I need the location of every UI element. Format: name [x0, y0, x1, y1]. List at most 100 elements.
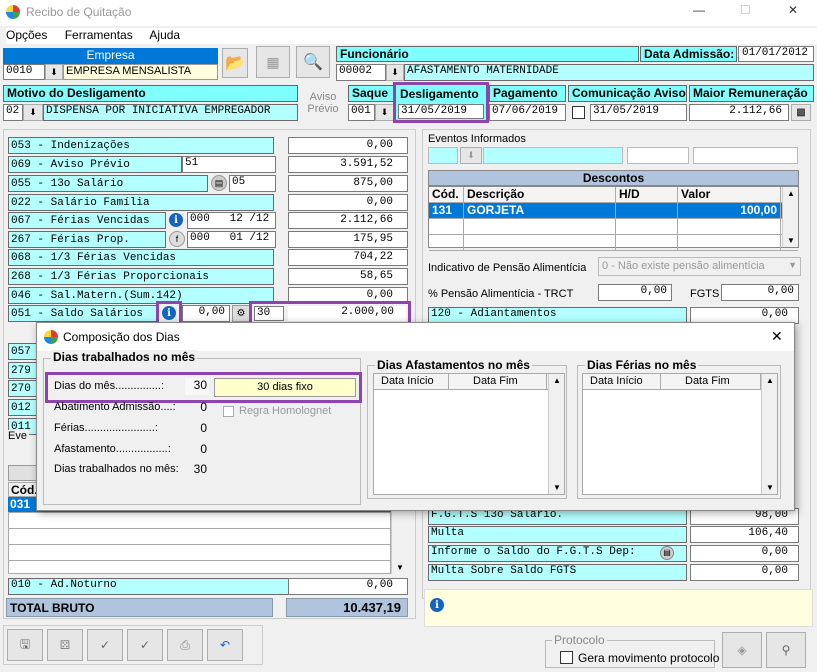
saldo-dias[interactable]: 30 — [254, 306, 284, 321]
verba-row: 067 - Férias Vencidas — [8, 212, 166, 229]
afastamento-value[interactable]: 0 — [187, 442, 207, 456]
motivo-code[interactable]: 02 — [3, 104, 23, 121]
descontos-row-empty[interactable] — [429, 219, 798, 235]
document-button[interactable]: ▦ — [256, 46, 290, 78]
descontos-table: Cód. Descrição H/D Valor 131 GORJETA 100… — [428, 186, 799, 251]
diamond-icon: ◈ — [737, 643, 747, 657]
info-icon: i — [430, 598, 444, 612]
verba-extra[interactable]: 05 — [229, 175, 276, 192]
menu-ajuda[interactable]: Ajuda — [149, 28, 180, 42]
fgts-value[interactable]: 0,00 — [721, 284, 799, 301]
verba-extra[interactable]: 51 — [182, 156, 276, 173]
eventos-informados-lookup[interactable]: ⬇ — [460, 147, 482, 164]
arrow-down-icon: ⬇ — [380, 107, 389, 117]
ferias-title: Dias Férias no mês — [585, 358, 699, 372]
dice-icon: ⚄ — [59, 638, 71, 652]
regra-checkbox[interactable] — [223, 406, 234, 417]
protocolo-checkbox[interactable] — [560, 651, 573, 664]
descontos-scrollbar[interactable]: ▲ ▼ — [782, 187, 798, 247]
minimize-icon[interactable]: — — [693, 3, 705, 17]
formula-icon[interactable]: f — [169, 231, 185, 247]
afastamentos-scrollbar[interactable]: ▲ ▼ — [548, 374, 564, 494]
print-button[interactable]: ⎙ — [167, 629, 203, 661]
save-button[interactable]: 🖫 — [7, 629, 43, 661]
info-icon[interactable]: i — [162, 306, 176, 320]
verba-extra[interactable]: 000 12 /12 — [187, 212, 276, 229]
dias-trabalhados-label: Dias trabalhados no mês: — [54, 463, 179, 475]
empresa-code[interactable]: 0010 — [3, 64, 45, 80]
open-folder-button[interactable]: 📂 — [222, 48, 248, 78]
info-icon[interactable]: i — [169, 213, 183, 227]
dias-trabalhados-value: 30 — [193, 462, 207, 476]
dialog-close-icon[interactable]: ✕ — [771, 328, 783, 345]
admissao-label: Data Admissão: — [640, 46, 737, 62]
verba-extra[interactable]: 000 01 /12 — [187, 231, 276, 248]
dias-fixo-button[interactable]: 30 dias fixo — [214, 378, 356, 397]
undo-button[interactable]: ↶ — [207, 629, 243, 661]
calc-icon[interactable]: ▤ — [211, 175, 227, 191]
empresa-lookup-button[interactable]: ⬇ — [45, 64, 63, 80]
descontos-row-empty[interactable] — [429, 235, 798, 251]
verba-value: 0,00 — [288, 287, 408, 304]
dias-mes-value[interactable]: 30 — [185, 378, 209, 395]
funcionario-code[interactable]: 00002 — [336, 64, 386, 81]
scroll-up-icon[interactable]: ▲ — [766, 376, 774, 385]
eventos-informados-code[interactable] — [428, 147, 458, 164]
eventos-informados-hd[interactable] — [627, 147, 689, 164]
pensao-trct-value[interactable]: 0,00 — [598, 284, 672, 301]
comunicacao-date[interactable]: 31/05/2019 — [590, 104, 687, 121]
ferias-scrollbar[interactable]: ▲ ▼ — [761, 374, 777, 494]
desligamento-date[interactable]: 31/05/2019 — [398, 104, 484, 119]
verba-value: 58,65 — [288, 268, 408, 285]
pagamento-date[interactable]: 07/06/2019 — [489, 104, 566, 121]
abatimento-value[interactable]: 0 — [187, 400, 207, 414]
scroll-down-icon[interactable]: ▼ — [396, 563, 404, 572]
aviso-previo-button[interactable]: Aviso Prévio — [305, 91, 341, 115]
menu-opcoes[interactable]: Opções — [6, 28, 47, 42]
confirm-button[interactable]: ✓ — [87, 629, 123, 661]
arrow-down-icon: ⬇ — [50, 66, 58, 77]
col-data-inicio: Data Início — [583, 374, 661, 389]
funcionario-label: Funcionário — [336, 46, 639, 62]
funcionario-lookup-button[interactable]: ⬇ — [386, 64, 404, 81]
search-employee-button[interactable]: 🔍 — [296, 46, 330, 78]
app-icon — [6, 5, 20, 19]
scroll-down-icon[interactable]: ▼ — [553, 483, 561, 492]
scroll-down-icon[interactable]: ▼ — [766, 483, 774, 492]
ferias-value[interactable]: 0 — [187, 421, 207, 435]
close-icon[interactable]: ✕ — [788, 3, 798, 17]
verba-row: 051 - Saldo Salários — [8, 305, 158, 322]
descontos-row-selected[interactable]: 131 GORJETA 100,00 — [429, 203, 798, 219]
composicao-dialog: Composição dos Dias ✕ Dias trabalhados n… — [36, 322, 795, 511]
comunicacao-checkbox[interactable] — [572, 106, 585, 119]
user-search-button[interactable]: ⚲ — [766, 632, 806, 668]
menu-bar: Opções Ferramentas Ajuda — [6, 28, 817, 44]
diamond-button[interactable]: ◈ — [722, 632, 762, 668]
calc-icon[interactable]: ▤ — [660, 546, 674, 560]
total-bruto-value: 10.437,19 — [286, 598, 408, 617]
scroll-up-icon[interactable]: ▲ — [787, 189, 795, 198]
scroll-down-icon[interactable]: ▼ — [787, 236, 795, 245]
eventos-informados-desc — [483, 147, 623, 164]
verba-row: 046 - Sal.Matern.(Sum.142) — [8, 287, 274, 304]
check-icon: ✓ — [99, 638, 111, 652]
maximize-icon[interactable]: ☐ — [740, 3, 751, 17]
regra-label: Regra Homolognet — [239, 405, 332, 417]
scroll-up-icon[interactable]: ▲ — [553, 376, 561, 385]
eventos-informados-valor[interactable] — [693, 147, 798, 164]
verba-value: 2.000,00 — [288, 306, 406, 321]
saque-code[interactable]: 001 — [348, 104, 375, 121]
verba-extra[interactable]: 0,00 — [182, 305, 230, 322]
saque-lookup-button[interactable]: ⬇ — [375, 104, 394, 121]
maior-remuneracao-calc-button[interactable]: ▩ — [791, 104, 811, 121]
menu-ferramentas[interactable]: Ferramentas — [65, 28, 133, 42]
dice-button[interactable]: ⚄ — [47, 629, 83, 661]
info-bar: i — [424, 589, 813, 627]
approve-button[interactable]: ✓ — [127, 629, 163, 661]
check-icon: ✓ — [139, 638, 151, 652]
gear-icon[interactable]: ⚙ — [232, 305, 250, 322]
ferias-label: Férias.......................: — [54, 422, 158, 434]
motivo-lookup-button[interactable]: ⬇ — [23, 104, 43, 121]
user-search-icon: ⚲ — [781, 643, 791, 657]
pensao-select[interactable]: 0 - Não existe pensão alimentícia ▼ — [598, 257, 801, 276]
